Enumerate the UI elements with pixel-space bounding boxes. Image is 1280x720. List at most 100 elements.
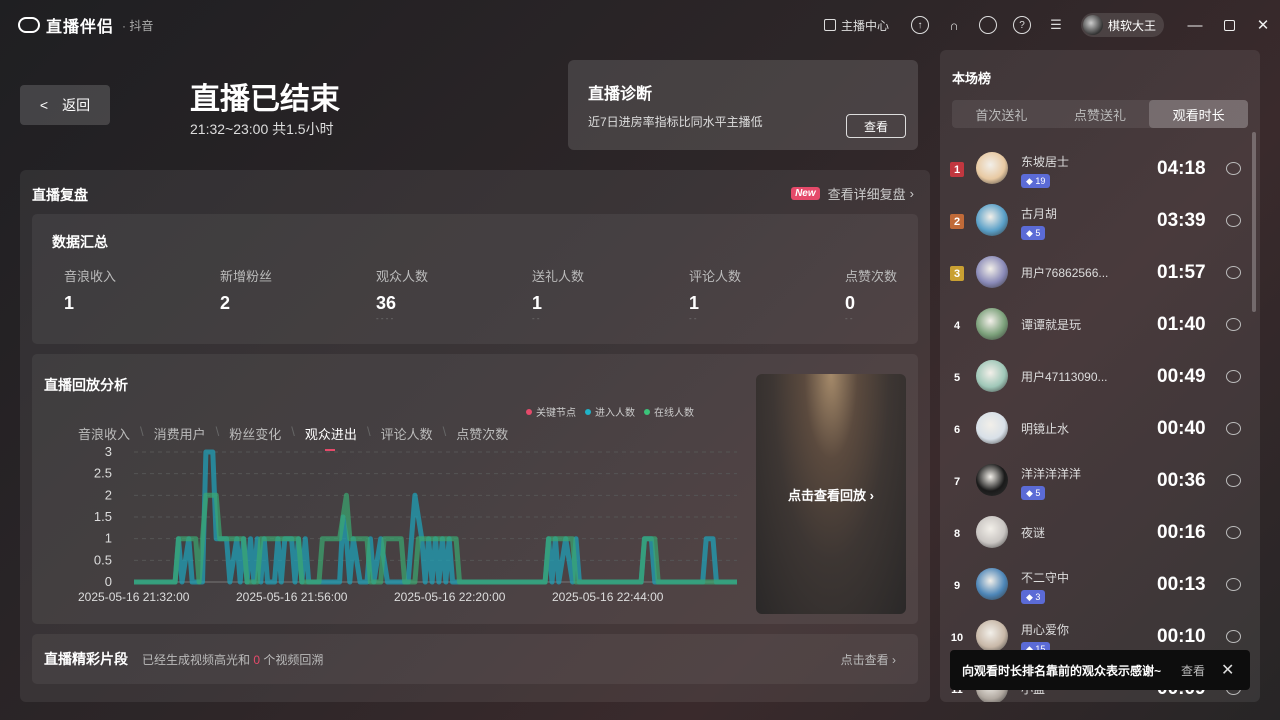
upload-icon[interactable]: ↑: [910, 16, 929, 34]
chart-legend: 关键节点 进入人数 在线人数: [526, 404, 703, 419]
avatar: [976, 152, 1008, 184]
fan-level-badge: ◆ 19: [1021, 174, 1051, 188]
toast-view-link[interactable]: 查看: [1181, 662, 1205, 679]
tab-0[interactable]: 音浪收入: [78, 424, 130, 443]
tab-3[interactable]: 观众进出: [305, 424, 357, 451]
message-icon[interactable]: [1226, 422, 1241, 435]
diagnosis-view-button[interactable]: 查看: [846, 114, 906, 138]
tab-1[interactable]: 消费用户: [154, 424, 206, 443]
tab-separator: \: [366, 424, 371, 439]
replay-analysis-card: 直播回放分析 关键节点 进入人数 在线人数 音浪收入 \ 消费用户 \ 粉丝变化 \ 观众进出 \…: [32, 354, 918, 624]
list-item[interactable]: 7 洋洋洋洋洋 ◆ 5 00:36: [940, 454, 1260, 506]
highlights-desc-prefix: 已经生成视频高光和: [142, 652, 254, 667]
message-icon[interactable]: [1226, 578, 1241, 591]
watch-duration: 01:57: [1157, 262, 1206, 283]
stat-value: 1: [64, 293, 75, 313]
tab-separator: \: [291, 424, 295, 439]
diagnosis-desc: 近7日进房率指标比同水平主播低: [588, 115, 763, 129]
y-tick-label: 1: [105, 531, 112, 546]
rank-badge: 6: [953, 423, 961, 436]
rank-badge: 10: [950, 631, 964, 644]
highlights-view-link[interactable]: 点击查看 ›: [841, 651, 896, 668]
viewer-name: 用心爱你: [1021, 623, 1070, 637]
stat-sub: - -: [845, 314, 853, 323]
title-bar: 直播伴侣 · 抖音 主播中心 ↑ ∩ ? ☰ 棋软大王 — ✕: [0, 0, 1280, 50]
stat-label: 评论人数: [689, 269, 742, 284]
minimize-button[interactable]: —: [1178, 10, 1212, 40]
back-button[interactable]: < 返回: [20, 85, 110, 125]
leaderboard-title: 本场榜: [952, 71, 992, 86]
highlights-card: 直播精彩片段 已经生成视频高光和 0 个视频回溯 点击查看 ›: [32, 634, 918, 684]
message-icon[interactable]: [1226, 474, 1241, 487]
data-summary-card: 数据汇总 音浪收入 1 新增粉丝 2 观众人数 36 - - - - 送礼人数 1…: [32, 214, 918, 344]
board-tab-0[interactable]: 首次送礼: [952, 100, 1051, 128]
list-item[interactable]: 3 用户76862566... 01:57: [940, 246, 1260, 298]
diagnosis-title: 直播诊断: [588, 86, 653, 103]
message-icon[interactable]: [1226, 162, 1241, 175]
chat-icon[interactable]: [978, 16, 997, 34]
leaderboard-list: 1 东坡居士 ◆ 19 04:18 2 古月胡 ◆ 5 03:39 3 用户76…: [940, 142, 1260, 702]
tab-4[interactable]: 评论人数: [381, 424, 433, 443]
help-icon[interactable]: ?: [1012, 16, 1031, 34]
replay-thumbnail[interactable]: 点击查看回放 ›: [756, 374, 906, 614]
analysis-title: 直播回放分析: [44, 377, 128, 393]
list-item[interactable]: 8 夜谜 00:16: [940, 506, 1260, 558]
watch-duration: 03:39: [1157, 210, 1206, 231]
viewer-name: 东坡居士: [1021, 155, 1070, 169]
rank-badge: 2: [950, 214, 964, 229]
tab-5[interactable]: 点赞次数: [456, 424, 508, 443]
message-icon[interactable]: [1226, 370, 1241, 383]
fan-level-badge: ◆ 5: [1021, 226, 1046, 240]
headset-icon[interactable]: ∩: [945, 16, 963, 34]
y-tick-label: 3: [105, 444, 112, 459]
viewer-name: 谭谭就是玩: [1021, 318, 1082, 332]
broadcast-center-link[interactable]: 主播中心: [823, 17, 889, 34]
message-icon[interactable]: [1226, 630, 1241, 643]
board-tab-1[interactable]: 点赞送礼: [1051, 100, 1150, 128]
scrollbar[interactable]: [1252, 132, 1256, 312]
menu-icon[interactable]: ☰: [1047, 16, 1065, 34]
app-name: 直播伴侣: [46, 19, 115, 36]
list-item[interactable]: 5 用户47113090... 00:49: [940, 350, 1260, 402]
chevron-left-icon: <: [39, 97, 49, 113]
replay-label: 点击查看回放 ›: [788, 487, 874, 503]
stat-sub: - - - -: [376, 314, 394, 323]
toast-text: 向观看时长排名靠前的观众表示感谢~: [962, 663, 1162, 678]
fan-level-badge: ◆ 5: [1021, 486, 1046, 500]
legend-item: 在线人数: [644, 404, 694, 419]
stream-time-range: 21:32~23:00 共1.5小时: [190, 121, 334, 137]
user-profile[interactable]: 棋软大王: [1080, 13, 1164, 37]
stat-sub: - -: [532, 314, 540, 323]
rank-badge: 9: [953, 579, 961, 592]
board-tab-2[interactable]: 观看时长: [1149, 100, 1249, 128]
close-button[interactable]: ✕: [1246, 10, 1280, 40]
tab-2[interactable]: 粉丝变化: [229, 424, 281, 443]
y-tick-label: 0: [105, 574, 112, 589]
brand: 直播伴侣 · 抖音: [18, 13, 153, 37]
back-label: 返回: [62, 97, 91, 113]
summary-title: 数据汇总: [52, 234, 108, 250]
message-icon[interactable]: [1226, 214, 1241, 227]
x-tick-label: 2025-05-16 21:56:00: [236, 590, 348, 604]
app-logo-icon: [18, 17, 40, 33]
message-icon[interactable]: [1226, 266, 1241, 279]
stat-sub: - -: [689, 314, 697, 323]
maximize-button[interactable]: [1212, 10, 1246, 40]
list-item[interactable]: 6 明镜止水 00:40: [940, 402, 1260, 454]
list-item[interactable]: 1 东坡居士 ◆ 19 04:18: [940, 142, 1260, 194]
maximize-icon: [1223, 19, 1235, 31]
y-tick-label: 2.5: [94, 466, 112, 481]
close-icon[interactable]: ✕: [1221, 660, 1234, 680]
rank-badge: 7: [953, 475, 961, 488]
list-item[interactable]: 9 不二守中 ◆ 3 00:13: [940, 558, 1260, 610]
detailed-review-link[interactable]: New 查看详细复盘 ›: [791, 184, 914, 203]
list-item[interactable]: 2 古月胡 ◆ 5 03:39: [940, 194, 1260, 246]
stat-label: 观众人数: [376, 269, 429, 284]
watch-duration: 00:49: [1157, 366, 1206, 387]
list-item[interactable]: 4 谭谭就是玩 01:40: [940, 298, 1260, 350]
message-icon[interactable]: [1226, 526, 1241, 539]
leaderboard-panel: 本场榜 首次送礼 点赞送礼 观看时长 1 东坡居士 ◆ 19 04:18 2 古月胡…: [940, 50, 1260, 702]
legend-label: 在线人数: [654, 408, 694, 419]
message-icon[interactable]: [1226, 318, 1241, 331]
highlights-title: 直播精彩片段: [44, 651, 128, 667]
